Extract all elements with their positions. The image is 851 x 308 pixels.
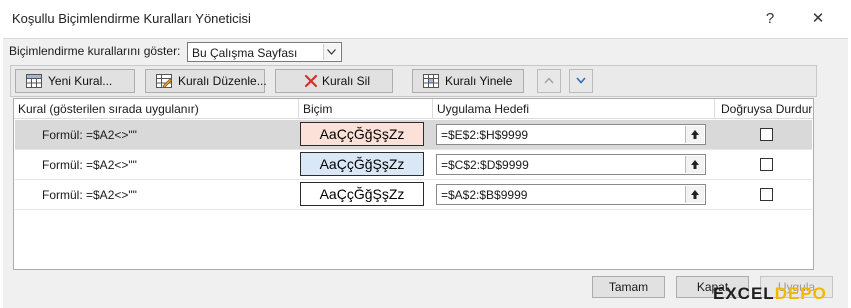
watermark-logo: EXCELDEPO xyxy=(713,284,827,304)
title-bar: Koşullu Biçimlendirme Kuralları Yönetici… xyxy=(0,0,851,38)
format-preview: AaÇçĞğŞşZz xyxy=(300,152,424,176)
applies-to-field[interactable]: =$C$2:$D$9999 xyxy=(436,154,706,175)
show-rules-value: Bu Çalışma Sayfası xyxy=(192,46,298,60)
rule-formula: Formül: =$A2<>"" xyxy=(42,188,137,202)
show-rules-select[interactable]: Bu Çalışma Sayfası xyxy=(187,42,342,62)
duplicate-rule-button[interactable]: Kuralı Yinele xyxy=(412,69,524,93)
edit-rule-button[interactable]: Kuralı Düzenle... xyxy=(145,69,267,93)
move-up-button[interactable] xyxy=(537,69,561,93)
watermark-part2: DEPO xyxy=(774,284,827,303)
stop-if-true-checkbox[interactable] xyxy=(760,158,773,171)
show-rules-label: Biçimlendirme kurallarını göster: xyxy=(9,44,181,58)
window-title: Koşullu Biçimlendirme Kuralları Yönetici… xyxy=(12,11,251,26)
rule-row[interactable]: Formül: =$A2<>"" AaÇçĞğŞşZz =$A$2:$B$999… xyxy=(15,180,812,210)
edit-table-icon xyxy=(156,74,173,89)
duplicate-table-icon xyxy=(423,74,439,88)
ok-button[interactable]: Tamam xyxy=(592,276,665,298)
column-header-applies-to: Uygulama Hedefi xyxy=(433,99,715,119)
delete-rule-button[interactable]: Kuralı Sil xyxy=(275,69,393,93)
rule-formula: Formül: =$A2<>"" xyxy=(42,158,137,172)
new-rule-button[interactable]: Yeni Kural... xyxy=(15,69,135,93)
applies-to-field[interactable]: =$A$2:$B$9999 xyxy=(436,184,706,205)
new-rule-label: Yeni Kural... xyxy=(48,74,113,88)
move-down-button[interactable] xyxy=(569,69,593,93)
delete-x-icon xyxy=(304,74,320,88)
applies-to-value: =$A$2:$B$9999 xyxy=(441,188,528,202)
close-window-button[interactable]: ✕ xyxy=(805,6,831,32)
rule-row[interactable]: Formül: =$A2<>"" AaÇçĞğŞşZz =$E$2:$H$999… xyxy=(15,120,812,150)
format-preview: AaÇçĞğŞşZz xyxy=(300,122,424,146)
range-select-icon[interactable] xyxy=(685,186,704,203)
applies-to-value: =$E$2:$H$9999 xyxy=(441,128,529,142)
column-header-rule: Kural (gösterilen sırada uygulanır) xyxy=(14,99,299,119)
column-header-stop-if-true: Doğruysa Durdur xyxy=(715,99,813,119)
range-select-icon[interactable] xyxy=(685,156,704,173)
rules-grid: Kural (gösterilen sırada uygulanır) Biçi… xyxy=(13,98,814,270)
delete-rule-label: Kuralı Sil xyxy=(322,74,371,88)
chevron-down-icon[interactable] xyxy=(323,44,340,60)
help-button[interactable]: ? xyxy=(757,6,783,32)
stop-if-true-checkbox[interactable] xyxy=(760,188,773,201)
rule-formula: Formül: =$A2<>"" xyxy=(42,128,137,142)
watermark-part1: EXCEL xyxy=(713,284,775,303)
format-preview: AaÇçĞğŞşZz xyxy=(300,182,424,206)
applies-to-value: =$C$2:$D$9999 xyxy=(441,158,529,172)
range-select-icon[interactable] xyxy=(685,126,704,143)
rule-row[interactable]: Formül: =$A2<>"" AaÇçĞğŞşZz =$C$2:$D$999… xyxy=(15,150,812,180)
stop-if-true-checkbox[interactable] xyxy=(760,128,773,141)
column-header-format: Biçim xyxy=(299,99,433,119)
applies-to-field[interactable]: =$E$2:$H$9999 xyxy=(436,124,706,145)
edit-rule-label: Kuralı Düzenle... xyxy=(178,74,267,88)
table-icon xyxy=(26,74,42,88)
duplicate-rule-label: Kuralı Yinele xyxy=(445,74,513,88)
